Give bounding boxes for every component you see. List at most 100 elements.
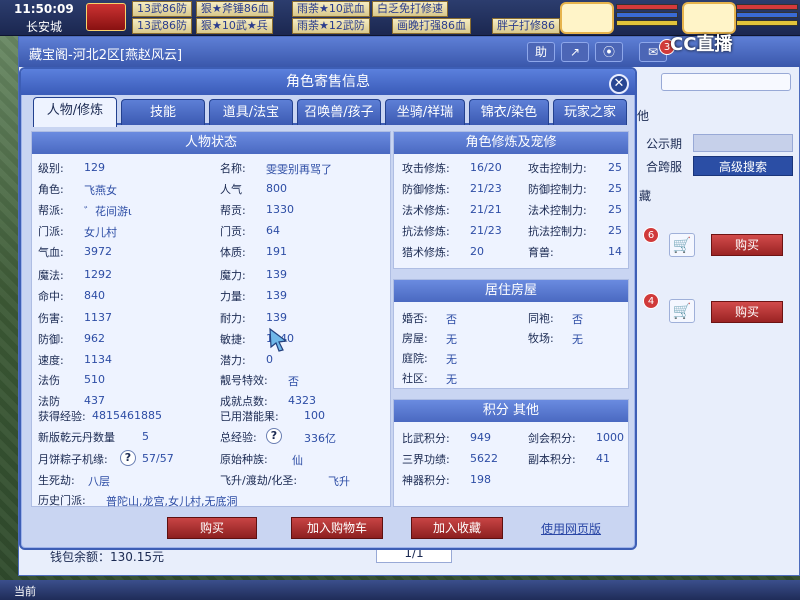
points-header: 积分 其他 — [394, 400, 628, 422]
stat-value: 64 — [266, 224, 280, 237]
row-label: 剑会积分: — [528, 432, 576, 445]
stat-value: 4323 — [288, 394, 316, 407]
house-panel: 居住房屋 婚否: 否同袍: 否房屋: 无牧场: 无庭院: 无社区: 无 — [393, 279, 629, 389]
row-value: 5622 — [470, 452, 498, 465]
store-search-input[interactable] — [661, 73, 791, 91]
stat-value: 510 — [84, 373, 105, 386]
stat-label: 角色: — [38, 183, 64, 196]
row-value: 否 — [446, 313, 457, 326]
stat-value: 3972 — [84, 245, 112, 258]
channel-label[interactable]: 当前 — [14, 583, 36, 599]
stat-label: 气血: — [38, 246, 64, 259]
public-period-select[interactable] — [693, 134, 793, 152]
cultivation-header: 角色修炼及宠修 — [394, 132, 628, 154]
stat-label: 命中: — [38, 290, 64, 303]
help-icon[interactable]: ? — [120, 450, 136, 466]
cart-icon[interactable]: 🛒 — [669, 233, 695, 257]
close-icon[interactable]: ✕ — [609, 74, 629, 94]
stat-value: 139 — [266, 268, 287, 281]
broadcast-item[interactable]: 画晚打强86血 — [392, 18, 471, 34]
points-panel: 积分 其他 比武积分: 949 剑会积分: 1000 三界功绩: 5622 副本积分: 41 神… — [393, 399, 629, 507]
row-label: 神器积分: — [402, 474, 450, 487]
bottom-hud: 当前 — [0, 580, 800, 600]
cart-icon[interactable]: 🛒 — [669, 299, 695, 323]
cultivation-panel: 角色修炼及宠修 攻击修炼: 16/20 攻击控制力: 25 防御修炼: 21/23 防御控制… — [393, 131, 629, 269]
cc-logo: CC直播 — [670, 34, 733, 55]
cursor-icon — [269, 327, 288, 352]
row-value: 949 — [470, 431, 491, 444]
stat-value: ゛花间游ι — [84, 205, 132, 218]
broadcast-item[interactable]: 白乏免打修速 — [372, 1, 448, 17]
row-value: 16/20 — [470, 161, 502, 174]
row-value: 无 — [446, 333, 457, 346]
stat-label: 法防 — [38, 395, 60, 408]
row-value: 198 — [470, 473, 491, 486]
death-trial-value: 八层 — [88, 475, 110, 488]
stat-value: 962 — [84, 332, 105, 345]
buy-button-2[interactable]: 购买 — [711, 301, 783, 323]
help-icon[interactable]: ? — [266, 428, 282, 444]
broadcast-item[interactable]: 13武86防 — [132, 18, 192, 34]
qianyuan-label: 新版乾元丹数量 — [38, 431, 115, 444]
row-value: 否 — [572, 313, 583, 326]
buy-button[interactable]: 购买 — [167, 517, 257, 539]
stat-label: 敏捷: — [220, 333, 246, 346]
stat-label: 门派: — [38, 225, 64, 238]
tab-outfits[interactable]: 锦衣/染色 — [469, 99, 549, 125]
map-icon[interactable] — [86, 3, 126, 31]
broadcast-item[interactable]: 胖子打修86 — [492, 18, 560, 34]
tab-home[interactable]: 玩家之家 — [553, 99, 627, 125]
stat-value: 1134 — [84, 353, 112, 366]
tab-items[interactable]: 道具/法宝 — [209, 99, 293, 125]
tab-mounts[interactable]: 坐骑/祥瑞 — [385, 99, 465, 125]
row-value: 20 — [470, 245, 484, 258]
dialog-title: 角色寄售信息 — [21, 69, 635, 95]
row-value: 25 — [608, 203, 622, 216]
tab-summons[interactable]: 召唤兽/孩子 — [297, 99, 381, 125]
stat-value: 800 — [266, 182, 287, 195]
row-label: 攻击控制力: — [528, 162, 587, 175]
broadcast-item[interactable]: 雨荼★12武防 — [292, 18, 370, 34]
stat-label: 靓号特效: — [220, 374, 268, 387]
location-label: 长安城 — [26, 20, 63, 34]
exp-label: 获得经验: — [38, 410, 86, 423]
settings-button[interactable]: ⦿ — [595, 42, 623, 62]
tab-character[interactable]: 人物/修炼 — [33, 97, 117, 127]
row-label: 社区: — [402, 372, 428, 385]
row-value: 14 — [608, 245, 622, 258]
stat-value: 129 — [84, 161, 105, 174]
share-button[interactable]: ↗ — [561, 42, 589, 62]
row-value: 21/23 — [470, 182, 502, 195]
broadcast-item[interactable]: 13武86防 — [132, 1, 192, 17]
broadcast-item[interactable]: 狠★10武★兵 — [196, 18, 273, 34]
broadcast-item[interactable]: 狠★斧锤86血 — [196, 1, 274, 17]
ascension-label: 飞升/渡劫/化圣: — [220, 474, 298, 487]
add-to-favorites-button[interactable]: 加入收藏 — [411, 517, 503, 539]
row-label: 牧场: — [528, 332, 554, 345]
row-label: 抗法修炼: — [402, 225, 450, 238]
row-label: 庭院: — [402, 352, 428, 365]
tab-bar: 人物/修炼 技能 道具/法宝 召唤兽/孩子 坐骑/祥瑞 锦衣/染色 玩家之家 — [33, 97, 627, 127]
stat-value: 139 — [266, 311, 287, 324]
stat-value: 飞燕女 — [84, 184, 117, 197]
row-value: 21/23 — [470, 224, 502, 237]
row-label: 防御控制力: — [528, 183, 587, 196]
stat-value: 女儿村 — [84, 226, 117, 239]
advanced-search-button[interactable]: 高级搜索 — [693, 156, 793, 176]
stat-value: 雯雯别再骂了 — [266, 163, 332, 176]
web-version-link[interactable]: 使用网页版 — [541, 520, 601, 537]
row-value: 无 — [446, 373, 457, 386]
row-label: 攻击修炼: — [402, 162, 450, 175]
stat-label: 帮贡: — [220, 204, 246, 217]
pet-avatar[interactable] — [560, 2, 614, 34]
add-to-cart-button[interactable]: 加入购物车 — [291, 517, 383, 539]
buy-button-1[interactable]: 购买 — [711, 234, 783, 256]
broadcast-item[interactable]: 雨荼★10武血 — [292, 1, 370, 17]
side-tab-label[interactable]: 他 — [637, 107, 649, 124]
row-label: 育兽: — [528, 246, 554, 259]
row-label: 猎术修炼: — [402, 246, 450, 259]
help-button[interactable]: 助 — [527, 42, 555, 62]
tab-skills[interactable]: 技能 — [121, 99, 205, 125]
row-label: 房屋: — [402, 332, 428, 345]
status-header: 人物状态 — [32, 132, 390, 154]
